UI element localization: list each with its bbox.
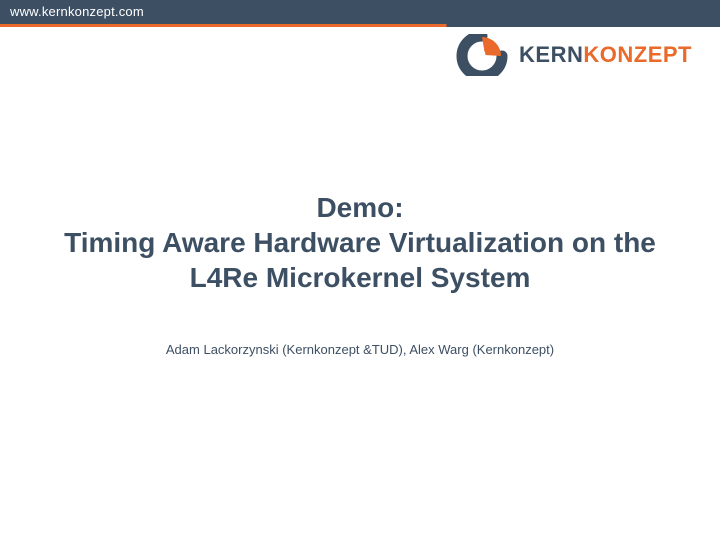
logo: KERNKONZEPT	[455, 34, 692, 76]
header-bar: www.kernkonzept.com	[0, 0, 720, 24]
logo-icon	[455, 34, 509, 76]
logo-text-kern: KERN	[519, 42, 583, 67]
slide: www.kernkonzept.com KERNKONZEPT Demo: Ti…	[0, 0, 720, 540]
logo-text-konzept: KONZEPT	[583, 42, 692, 67]
accent-strip	[0, 24, 720, 27]
authors: Adam Lackorzynski (Kernkonzept &TUD), Al…	[0, 342, 720, 357]
logo-text: KERNKONZEPT	[519, 42, 692, 68]
title-line-3: L4Re Microkernel System	[0, 260, 720, 295]
title-line-2: Timing Aware Hardware Virtualization on …	[0, 225, 720, 260]
title-block: Demo: Timing Aware Hardware Virtualizati…	[0, 190, 720, 295]
header-url: www.kernkonzept.com	[10, 4, 144, 19]
title-line-1: Demo:	[0, 190, 720, 225]
